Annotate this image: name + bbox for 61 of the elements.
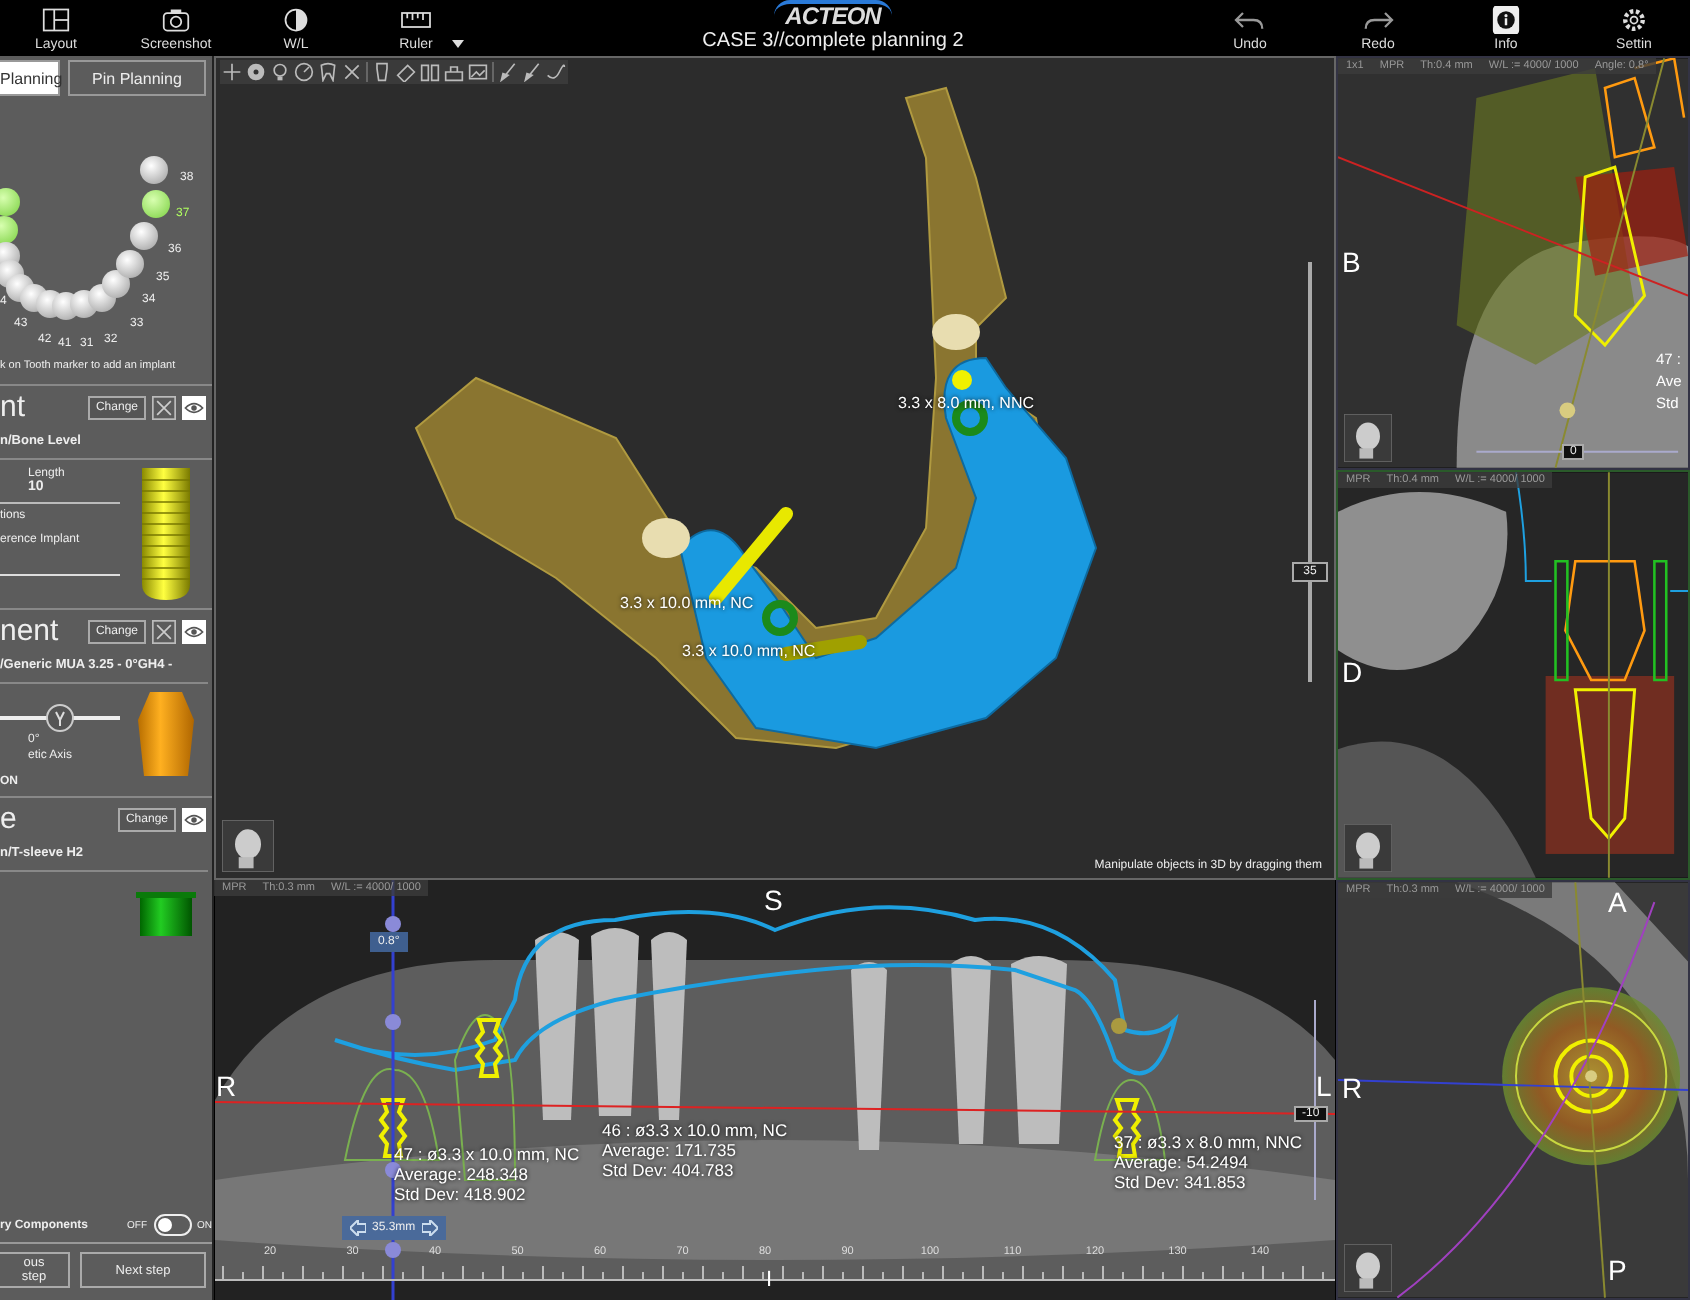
orientation-label: L <box>1316 1070 1332 1102</box>
density-std-dev: Std Dev: 341.853 <box>1114 1172 1248 1192</box>
axis-slider[interactable] <box>0 704 120 732</box>
tooth-marker[interactable] <box>142 190 170 218</box>
planning-tab[interactable]: Pin Planning <box>68 60 206 96</box>
eraser-icon[interactable] <box>396 62 416 82</box>
curve-icon[interactable] <box>546 62 566 82</box>
visibility-button[interactable] <box>182 396 206 420</box>
orientation-label: D <box>1342 656 1363 688</box>
implant-title: 47 : ø3.3 x 10.0 mm, NC <box>394 1144 580 1164</box>
implant-icon[interactable] <box>372 62 392 82</box>
visibility-button[interactable] <box>182 620 206 644</box>
orientation-label: A <box>1608 886 1627 918</box>
section-title: e <box>0 802 17 838</box>
implant-label: 3.3 x 10.0 mm, NC <box>620 594 754 612</box>
accessory-toggle[interactable] <box>153 1214 191 1236</box>
radiation-icon[interactable] <box>246 62 266 82</box>
orientation-label: R <box>1342 1072 1363 1104</box>
implant-drawing <box>140 468 192 600</box>
tooth-marker[interactable] <box>140 156 168 184</box>
section-title: nent <box>0 614 59 650</box>
tooth-marker[interactable] <box>130 222 158 250</box>
columns-icon[interactable] <box>420 62 440 82</box>
case-title: CASE 3//complete planning 2 <box>702 28 964 54</box>
tooth-marker[interactable] <box>0 188 20 216</box>
left-arrow-icon[interactable] <box>350 1220 366 1236</box>
visibility-button[interactable] <box>182 808 206 832</box>
tray-icon[interactable] <box>444 62 464 82</box>
remove-button[interactable] <box>152 396 176 420</box>
orientation-label: S <box>764 884 783 916</box>
density-average: Average: 171.735 <box>602 1140 738 1160</box>
right-arrow-icon[interactable] <box>421 1220 438 1236</box>
pen-icon[interactable] <box>498 62 518 82</box>
orientation-label: I <box>766 1266 773 1296</box>
orientation-label: P <box>1608 1254 1627 1286</box>
orientation-label: R <box>216 1070 237 1102</box>
density-average: Average: 248.348 <box>394 1164 530 1184</box>
image-icon[interactable] <box>468 62 488 82</box>
tooth-icon[interactable] <box>318 62 338 82</box>
sleeve-drawing <box>136 892 196 936</box>
ruler-icon <box>396 6 436 34</box>
head-orientation-icon[interactable] <box>1344 1244 1392 1292</box>
density-std-dev: Std Dev: 418.902 <box>394 1184 528 1204</box>
section-title: nt <box>0 390 26 426</box>
head-orientation-icon[interactable] <box>222 820 274 872</box>
slider-handle[interactable] <box>46 704 74 732</box>
bulb-icon[interactable] <box>270 62 290 82</box>
gauge-icon[interactable] <box>294 62 314 82</box>
orientation-label: B <box>1342 246 1361 278</box>
density-average: Average: 54.2494 <box>1114 1152 1250 1172</box>
implant-title: 46 : ø3.3 x 10.0 mm, NC <box>602 1120 788 1140</box>
abutment-drawing <box>134 692 198 776</box>
tooth-marker[interactable] <box>116 250 144 278</box>
close-icon[interactable] <box>342 62 362 82</box>
density-std-dev: Std Dev: 404.783 <box>602 1160 736 1180</box>
pen-icon[interactable] <box>522 62 542 82</box>
move-icon[interactable] <box>222 62 242 82</box>
head-orientation-icon[interactable] <box>1344 824 1392 872</box>
brand-logo: ACTEON <box>773 0 893 28</box>
remove-button[interactable] <box>152 620 176 644</box>
head-orientation-icon[interactable] <box>1344 414 1392 462</box>
